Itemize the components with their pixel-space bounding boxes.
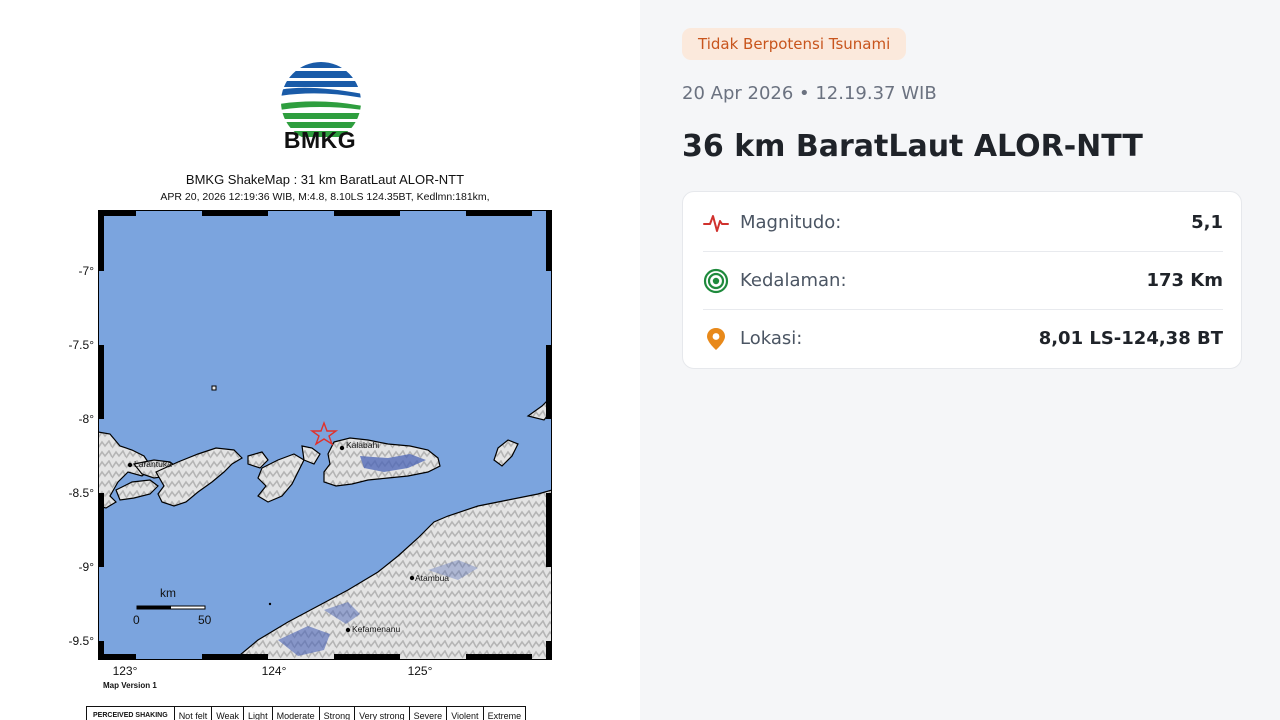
location-label: Lokasi:: [740, 328, 803, 349]
logo-text: BMKG: [283, 127, 357, 153]
lat-label: -8°: [78, 412, 94, 426]
depth-value: 173 Km: [1146, 270, 1223, 291]
scale-start: 0: [133, 613, 140, 627]
legend-level: Light: [243, 706, 273, 720]
place-label: Kefamenanu: [352, 624, 401, 634]
map-version: Map Version 1: [103, 681, 157, 690]
lon-label: 125°: [407, 664, 433, 678]
tsunami-status-badge: Tidak Berpotensi Tsunami: [682, 28, 907, 60]
scale-end: 50: [198, 613, 212, 627]
lat-label: -9°: [78, 560, 94, 574]
legend-level: Very strong: [354, 706, 410, 720]
event-title: 36 km BaratLaut ALOR-NTT: [682, 129, 1143, 164]
legend-level: Strong: [318, 706, 356, 720]
lon-label: 123°: [112, 664, 138, 678]
place-label: Kalabahi: [346, 440, 380, 450]
pulse-icon: [703, 210, 729, 236]
legend-level: Moderate: [271, 706, 320, 720]
place-marker: [409, 575, 415, 581]
location-row: Lokasi: 8,01 LS-124,38 BT: [703, 310, 1223, 367]
place-marker: [127, 462, 133, 468]
legend-level: Not felt: [173, 706, 213, 720]
lon-label: 124°: [261, 664, 287, 678]
info-card: Magnitudo: 5,1 Kedalaman: 173 Km Lokasi:…: [682, 191, 1242, 369]
legend-level: Violent: [446, 706, 484, 720]
place-marker: [345, 627, 351, 633]
magnitude-label: Magnitudo:: [740, 212, 842, 233]
map-subtitle: APR 20, 2026 12:19:36 WIB, M:4.8, 8.10LS…: [160, 191, 490, 203]
scale-unit: km: [160, 586, 176, 600]
legend-header: PERCEIVED SHAKING: [86, 706, 175, 720]
lat-label: -8.5°: [68, 486, 94, 500]
depth-target-icon: [703, 268, 729, 294]
depth-row: Kedalaman: 173 Km: [703, 252, 1223, 310]
lat-label: -7.5°: [68, 338, 94, 352]
magnitude-value: 5,1: [1191, 212, 1223, 233]
place-marker: [339, 445, 345, 451]
legend-level: Severe: [408, 706, 448, 720]
event-datetime: 20 Apr 2026 • 12.19.37 WIB: [682, 83, 937, 104]
legend-level: Weak: [211, 706, 245, 720]
depth-label: Kedalaman:: [740, 270, 847, 291]
lat-label: -9.5°: [68, 634, 94, 648]
location-pin-icon: [703, 326, 729, 352]
shakemap-panel: BMKG BMKG ShakeMap : 31 km BaratLaut ALO…: [0, 0, 640, 720]
map-title: BMKG ShakeMap : 31 km BaratLaut ALOR-NTT: [185, 172, 465, 187]
place-label: Larantuka: [134, 459, 172, 469]
place-label: Atambua: [415, 573, 450, 583]
lat-label: -7°: [78, 264, 94, 278]
location-value: 8,01 LS-124,38 BT: [1038, 328, 1223, 349]
shaking-legend: PERCEIVED SHAKING Not felt Weak Light Mo…: [86, 706, 527, 720]
legend-level: Extreme: [482, 706, 527, 720]
magnitude-row: Magnitudo: 5,1: [703, 194, 1223, 252]
